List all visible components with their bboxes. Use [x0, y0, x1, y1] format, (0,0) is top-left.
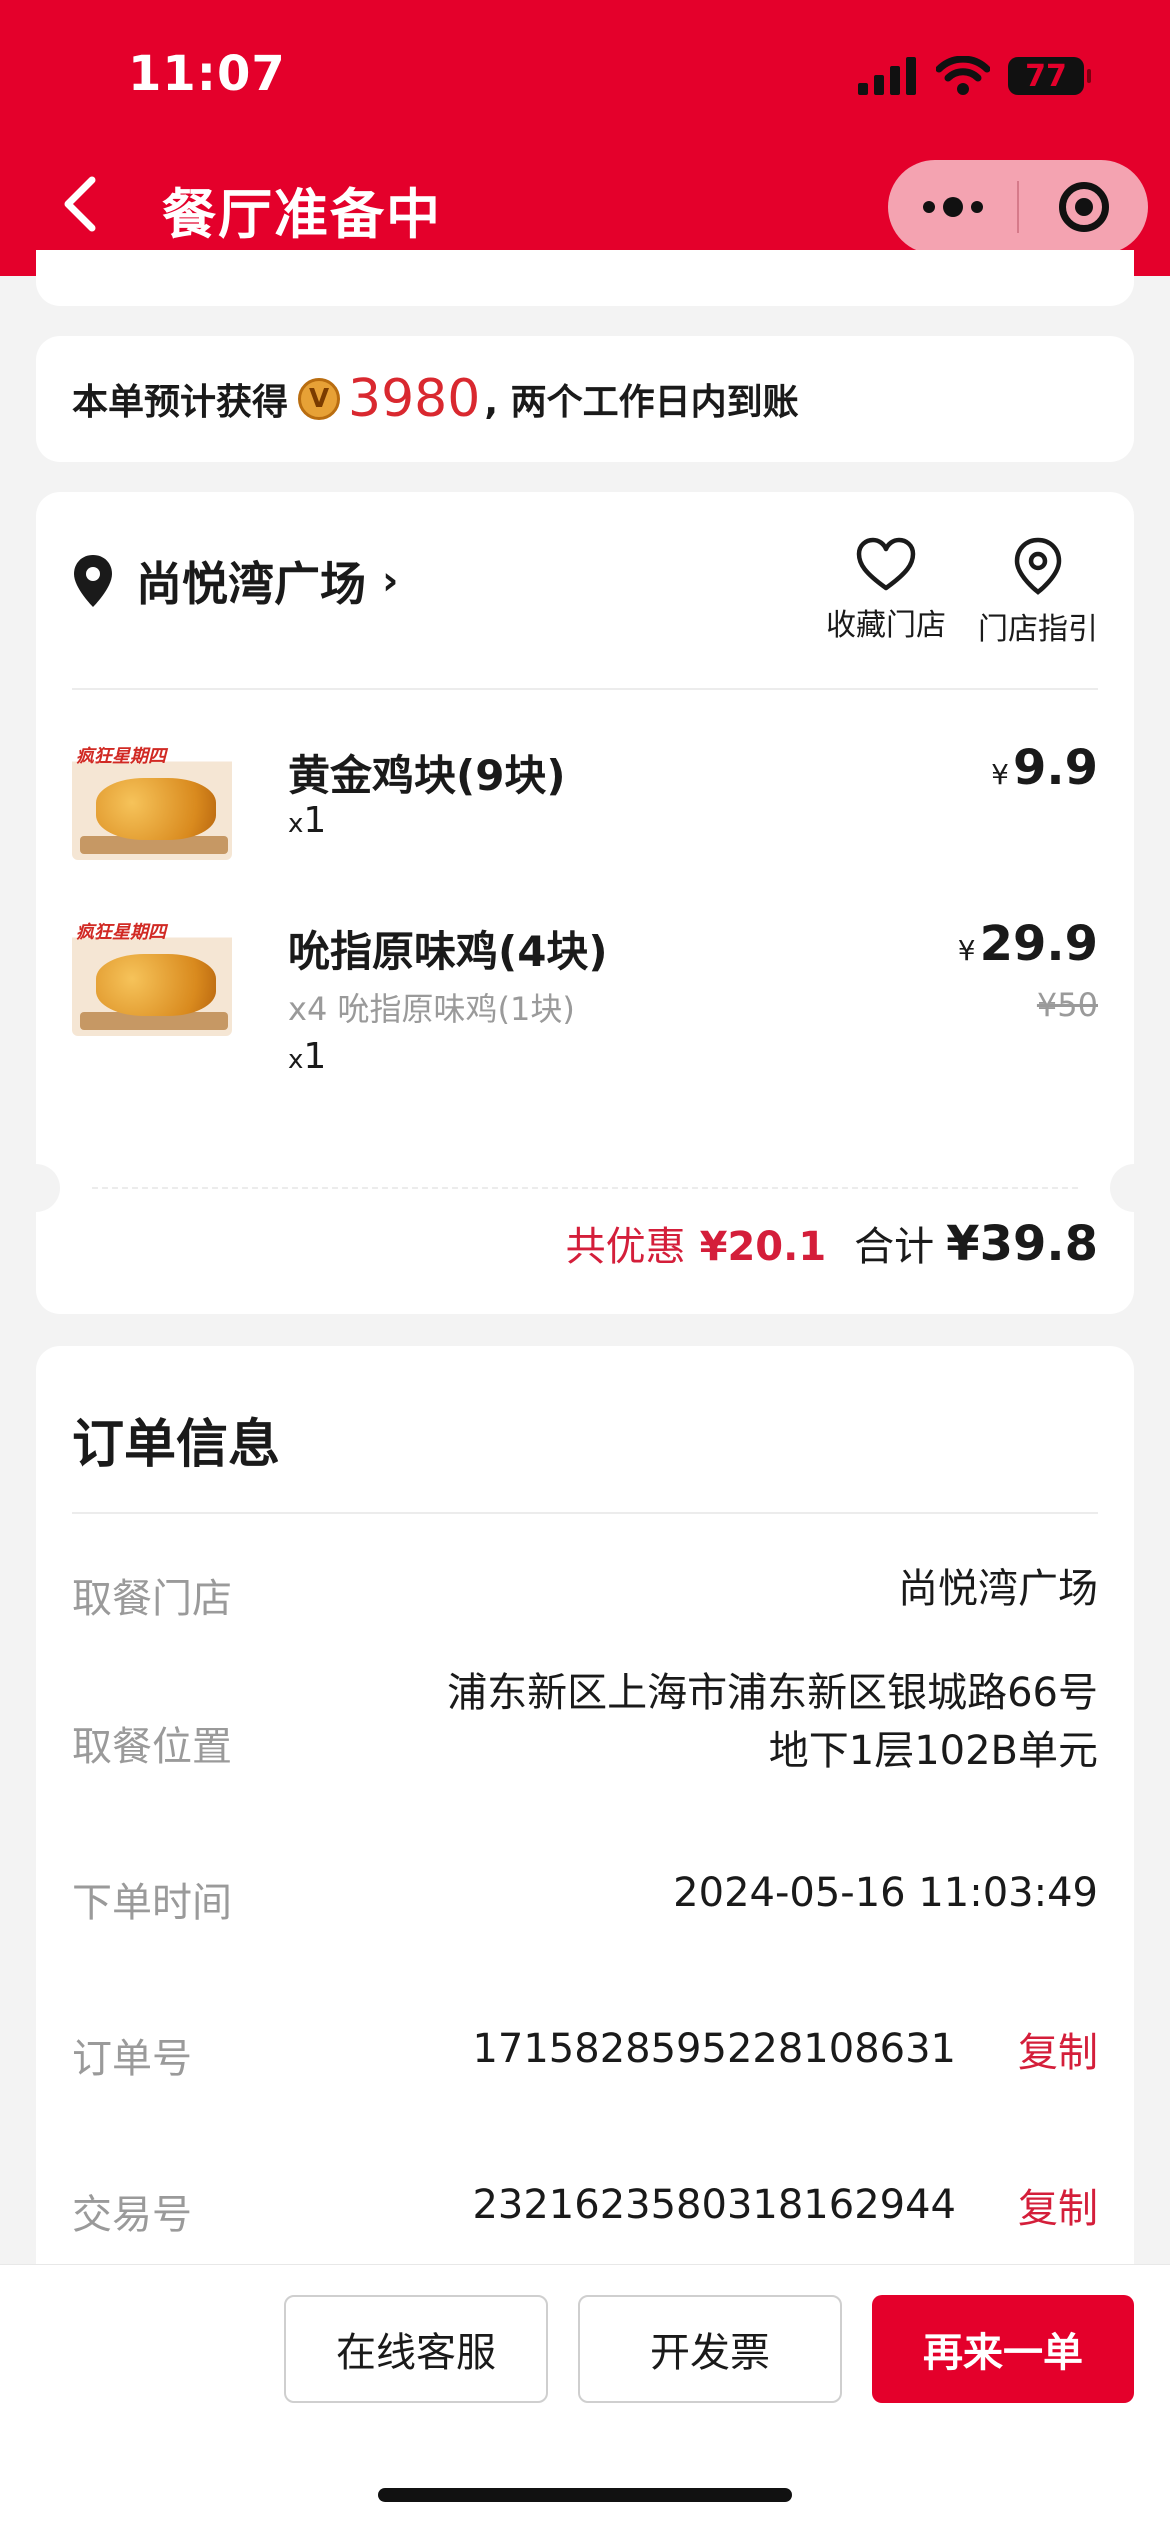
signal-icon — [858, 57, 916, 95]
back-arrow-icon[interactable] — [58, 174, 102, 234]
battery-icon: 77 — [1008, 57, 1091, 95]
v-badge-icon: V — [298, 378, 341, 420]
store-guide-button[interactable]: 门店指引 — [968, 536, 1108, 648]
ticket-notch-left — [12, 1164, 60, 1212]
order-item: 疯狂星期四 吮指原味鸡(4块) x4 吮指原味鸡(1块) x1 ¥29.9 ¥5… — [72, 916, 1098, 1096]
wifi-icon — [936, 56, 990, 95]
chevron-right-icon: › — [382, 558, 399, 604]
discount-summary: 共优惠 ¥20.1 — [565, 1224, 827, 1270]
copy-trade-number-button[interactable]: 复制 — [1018, 2176, 1098, 2234]
store-link[interactable]: 尚悦湾广场 › — [72, 548, 398, 614]
store-guide-label: 门店指引 — [978, 612, 1098, 647]
item-original-price: ¥50 — [1036, 986, 1098, 1024]
close-miniprogram-button[interactable] — [1019, 160, 1148, 254]
info-label: 取餐位置 — [72, 1724, 232, 1770]
ticket-notch-right — [1110, 1164, 1158, 1212]
store-name: 尚悦湾广场 — [136, 557, 366, 611]
info-label: 订单号 — [72, 2036, 192, 2082]
item-name: 吮指原味鸡(4块) — [288, 927, 608, 976]
item-price: ¥29.9 — [957, 916, 1098, 972]
more-button[interactable] — [888, 160, 1017, 254]
total-amount: ¥39.8 — [946, 1216, 1098, 1272]
info-value: 2024-05-16 11:03:49 — [673, 1870, 1098, 1916]
copy-order-number-button[interactable]: 复制 — [1018, 2020, 1098, 2078]
item-name: 黄金鸡块(9块) — [288, 751, 566, 800]
points-prefix: 本单预计获得 — [72, 382, 289, 423]
invoice-button[interactable]: 开发票 — [578, 2295, 842, 2403]
favorite-store-button[interactable]: 收藏门店 — [816, 536, 956, 644]
points-card: 本单预计获得 V 3980 , 两个工作日内到账 — [36, 336, 1134, 462]
item-image: 疯狂星期四 — [72, 740, 232, 860]
more-dots-icon — [922, 197, 983, 217]
miniprogram-capsule — [888, 160, 1148, 254]
item-image: 疯狂星期四 — [72, 916, 232, 1036]
points-amount: 3980 — [348, 369, 481, 429]
order-item: 疯狂星期四 黄金鸡块(9块) x1 ¥9.9 — [72, 740, 1098, 870]
info-value: 浦东新区上海市浦东新区银城路66号 地下1层102B单元 — [447, 1670, 1098, 1774]
heart-icon — [856, 537, 916, 591]
total-label: 合计 — [854, 1224, 935, 1270]
target-icon — [1058, 182, 1109, 232]
item-sub-detail: x4 吮指原味鸡(1块) — [288, 990, 575, 1028]
status-icons: 77 — [858, 56, 1091, 96]
home-indicator — [378, 2488, 792, 2502]
location-pin-icon — [74, 555, 112, 607]
order-info-title: 订单信息 — [72, 1415, 281, 1475]
info-label: 取餐门店 — [72, 1576, 232, 1622]
divider — [72, 1512, 1098, 1514]
item-price: ¥9.9 — [991, 740, 1098, 796]
info-label: 下单时间 — [72, 1880, 232, 1926]
online-service-button[interactable]: 在线客服 — [284, 2295, 548, 2403]
reorder-button[interactable]: 再来一单 — [872, 2295, 1134, 2403]
promo-tag: 疯狂星期四 — [76, 746, 166, 767]
previous-card-edge — [36, 250, 1134, 306]
info-value: 尚悦湾广场 — [898, 1566, 1098, 1612]
order-number: 1715828595228108631 — [472, 2026, 956, 2072]
points-suffix: , 两个工作日内到账 — [484, 382, 799, 423]
total-row: 共优惠 ¥20.1 合计 ¥39.8 — [566, 1214, 1098, 1272]
location-pin-outline-icon — [1014, 537, 1062, 595]
page-title: 餐厅准备中 — [162, 183, 442, 246]
dashed-divider — [92, 1187, 1078, 1189]
info-label: 交易号 — [72, 2192, 192, 2238]
status-time: 11:07 — [128, 46, 286, 102]
item-qty: x1 — [288, 800, 327, 841]
trade-number: 2321623580318162944 — [472, 2182, 956, 2228]
favorite-store-label: 收藏门店 — [826, 608, 946, 643]
item-qty: x1 — [288, 1036, 327, 1077]
divider — [72, 688, 1098, 690]
order-card: 尚悦湾广场 › 收藏门店 门店指引 疯狂星期四 黄金鸡块(9块) x1 ¥9.9… — [12, 492, 1158, 1314]
header-bar: 11:07 77 餐厅准备中 — [0, 0, 1170, 276]
promo-tag: 疯狂星期四 — [76, 922, 166, 943]
